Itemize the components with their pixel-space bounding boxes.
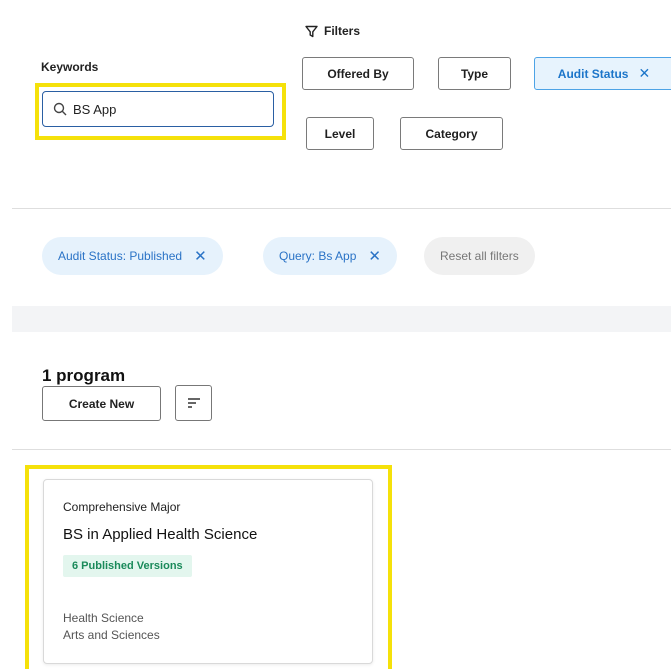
applied-filter-chip-query[interactable]: Query: Bs App ✕: [263, 237, 397, 275]
close-icon[interactable]: ✕: [368, 247, 381, 265]
filter-level-label: Level: [324, 126, 356, 141]
program-card[interactable]: Comprehensive Major BS in Applied Health…: [43, 479, 373, 664]
search-field[interactable]: [42, 91, 274, 127]
filters-title-text: Filters: [324, 24, 361, 38]
program-title[interactable]: BS in Applied Health Science: [63, 526, 257, 543]
chip-label: Query: Bs App: [279, 249, 357, 263]
filter-level-button[interactable]: Level: [306, 117, 374, 150]
program-type: Comprehensive Major: [63, 500, 181, 514]
sort-icon: [187, 398, 200, 408]
create-new-button[interactable]: Create New: [42, 386, 161, 421]
status-badge: 6 Published Versions: [63, 555, 192, 577]
filter-category-button[interactable]: Category: [400, 117, 503, 150]
section-band: [12, 306, 671, 332]
sort-button[interactable]: [175, 385, 212, 421]
filter-offered-by-label: Offered By: [327, 66, 389, 81]
create-new-label: Create New: [68, 396, 135, 411]
section-divider: [12, 449, 671, 450]
results-count: 1 program: [42, 366, 126, 385]
reset-all-filters-button[interactable]: Reset all filters: [424, 237, 535, 275]
keywords-label: Keywords: [41, 60, 99, 74]
filter-type-button[interactable]: Type: [438, 57, 511, 90]
filter-offered-by-button[interactable]: Offered By: [302, 57, 414, 90]
close-icon[interactable]: ✕: [194, 247, 207, 265]
filter-icon: [305, 25, 318, 37]
reset-label: Reset all filters: [440, 249, 519, 263]
program-department: Health Science: [63, 611, 144, 625]
filter-type-label: Type: [460, 66, 489, 81]
filter-audit-status-button[interactable]: Audit Status ✕: [534, 57, 671, 90]
program-college: Arts and Sciences: [63, 628, 160, 642]
applied-filter-chip-audit-status[interactable]: Audit Status: Published ✕: [42, 237, 223, 275]
filter-category-label: Category: [425, 126, 478, 141]
close-icon[interactable]: ✕: [638, 65, 650, 82]
search-input[interactable]: [73, 101, 263, 117]
search-icon: [53, 102, 67, 116]
section-divider: [12, 208, 671, 209]
filters-title: Filters: [305, 24, 360, 38]
chip-label: Audit Status: Published: [58, 249, 183, 263]
filter-audit-status-label: Audit Status: [557, 66, 629, 81]
